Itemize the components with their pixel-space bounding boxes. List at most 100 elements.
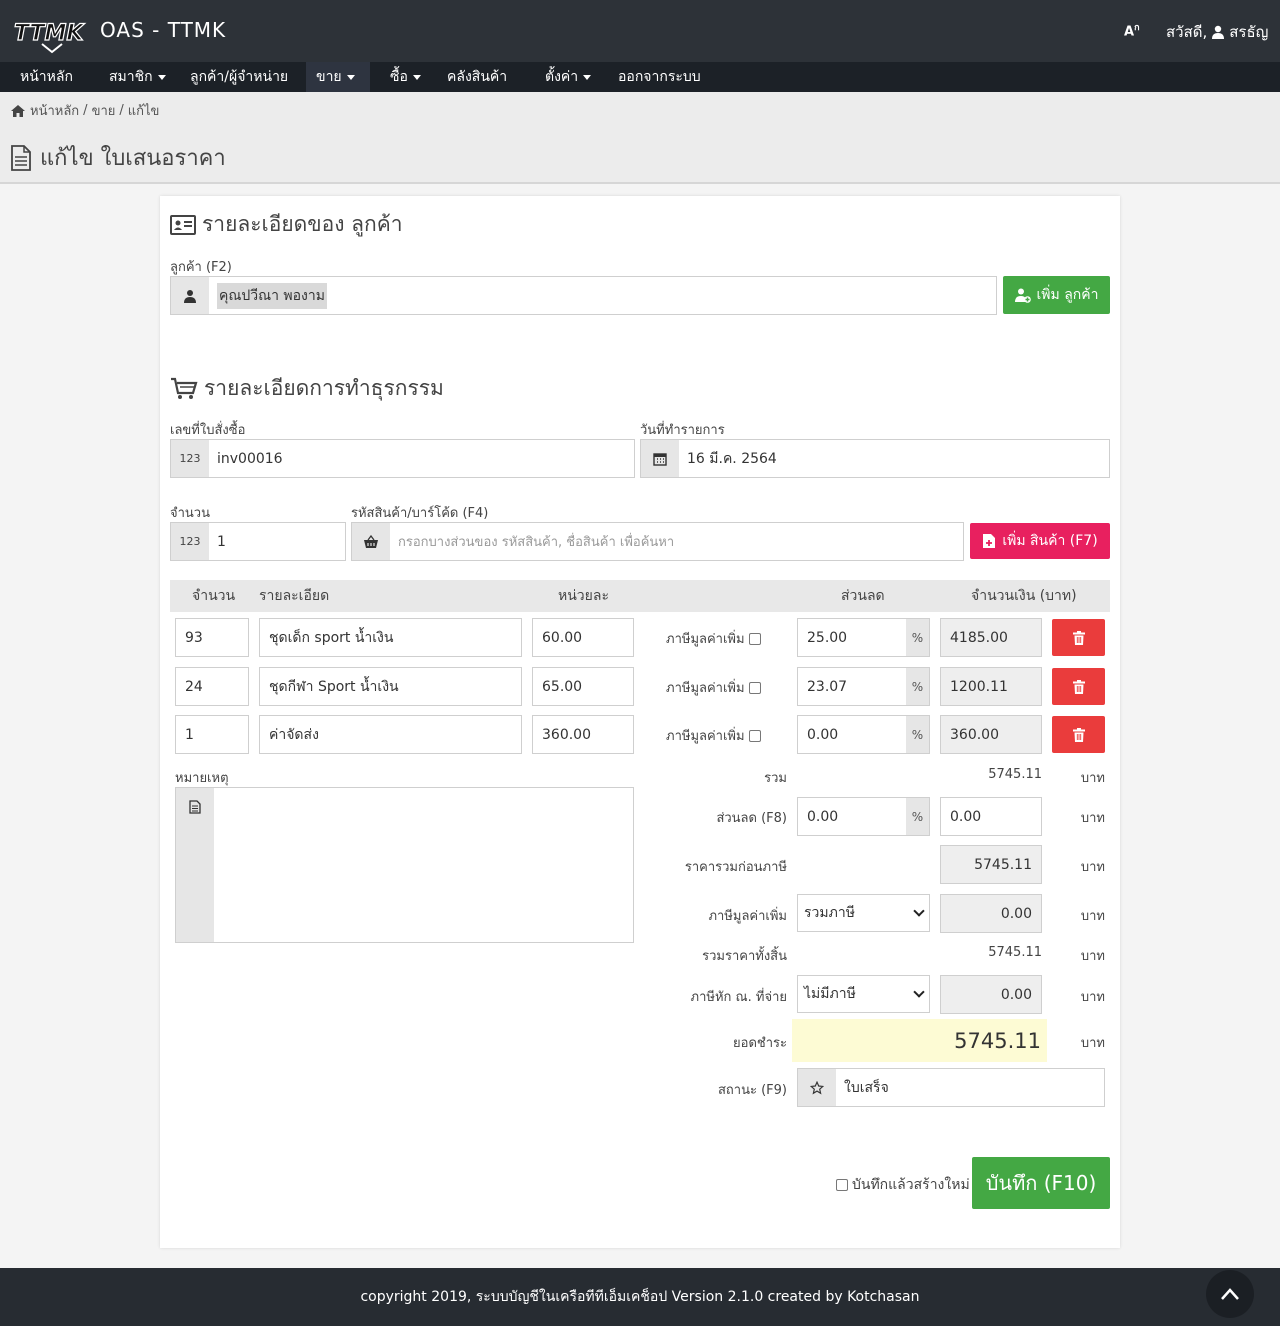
star-icon [798,1069,836,1106]
menu-customers[interactable]: ลูกค้า/ผู้จำหน่าย [180,62,298,92]
number-icon: 123 [171,440,209,477]
product-search-placeholder: กรอกบางส่วนของ รหัสสินค้า, ชื่อสินค้า เพ… [398,535,675,550]
quantity-input[interactable]: 123 1 [170,522,346,561]
withholding-tax-value: 0.00 [940,975,1042,1014]
row-discount-input[interactable]: 25.00 [797,618,907,657]
discount-amount-input[interactable]: 0.00 [940,797,1042,836]
note-textarea[interactable] [175,787,634,943]
add-product-button[interactable]: เพิ่ม สินค้า (F7) [970,523,1110,559]
header-amount: จำนวนเงิน (บาท) [971,588,1077,604]
save-and-create-new-checkbox[interactable]: บันทึกแล้วสร้างใหม่ [836,1174,970,1196]
currency-label: บาท [1080,860,1105,875]
row-qty-input[interactable]: 1 [175,715,249,754]
home-icon [11,104,25,117]
chevron-up-icon [1221,1288,1239,1300]
basket-icon [352,523,390,560]
row-amount: 4185.00 [940,618,1042,657]
user-greeting[interactable]: สวัสดี, สรธัญ [1166,20,1268,44]
currency-label: บาท [1080,990,1105,1005]
checkbox[interactable] [748,632,761,645]
menu-purchase[interactable]: ซื้อ [380,62,431,92]
order-number-input[interactable]: 123 inv00016 [170,439,635,478]
vat-label: ภาษีมูลค่าเพิ่ม [708,909,787,924]
quantity-label: จำนวน [170,506,210,521]
add-customer-button[interactable]: เพิ่ม ลูกค้า [1003,276,1110,314]
row-vat-checkbox[interactable]: ภาษีมูลค่าเพิ่ม [666,677,761,698]
caret-down-icon [346,74,355,80]
customer-label: ลูกค้า (F2) [170,260,232,275]
row-detail-input[interactable]: ชุดเด็ก sport น้ำเงิน [259,618,522,657]
logo-text: TTMK [14,21,85,46]
row-unit-price-input[interactable]: 360.00 [532,715,634,754]
order-number-value: inv00016 [217,450,283,467]
caret-down-icon [157,74,166,80]
delete-row-button[interactable] [1052,619,1105,656]
row-discount-input[interactable]: 23.07 [797,667,907,706]
menu-sales[interactable]: ขาย [306,62,370,92]
total-value: 5745.11 [988,767,1042,782]
trash-icon [1072,679,1085,694]
breadcrumb-sales[interactable]: ขาย [92,100,116,121]
menu-home[interactable]: หน้าหลัก [10,62,83,92]
date-input[interactable]: 16 มี.ค. 2564 [640,439,1110,478]
delete-row-button[interactable] [1052,716,1105,753]
menu-inventory[interactable]: คลังสินค้า [437,62,517,92]
row-detail-input[interactable]: ค่าจัดส่ง [259,715,522,754]
header-detail: รายละเอียด [259,588,330,604]
menu-settings[interactable]: ตั้งค่า [535,62,601,92]
row-unit-price-input[interactable]: 65.00 [532,667,634,706]
note-label: หมายเหตุ [175,771,229,786]
discount-percent-input[interactable]: 0.00 [797,797,907,836]
checkbox[interactable] [836,1179,848,1191]
vat-value: 0.00 [940,894,1042,933]
checkbox[interactable] [748,681,761,694]
user-icon [171,277,209,314]
number-icon: 123 [171,523,209,560]
row-vat-checkbox[interactable]: ภาษีมูลค่าเพิ่ม [666,725,761,746]
total-label: รวม [764,771,787,786]
date-label: วันที่ทำรายการ [640,423,725,438]
menu-members[interactable]: สมาชิก [99,62,176,92]
checkbox[interactable] [748,729,761,742]
save-button[interactable]: บันทึก (F10) [972,1157,1110,1209]
product-search-input[interactable]: กรอกบางส่วนของ รหัสสินค้า, ชื่อสินค้า เพ… [351,522,964,561]
greeting-text: สวัสดี, [1166,23,1208,41]
row-detail-input[interactable]: ชุดกีฬา Sport น้ำเงิน [259,667,522,706]
percent-addon: % [906,618,930,657]
language-icon[interactable]: Aก [1124,20,1150,42]
currency-label: บาท [1080,949,1105,964]
row-unit-price-input[interactable]: 60.00 [532,618,634,657]
chevron-down-icon [913,905,925,917]
vat-select[interactable]: รวมภาษี [797,894,930,932]
row-vat-checkbox[interactable]: ภาษีมูลค่าเพิ่ม [666,628,761,649]
row-qty-input[interactable]: 24 [175,667,249,706]
menu-logout[interactable]: ออกจากระบบ [608,62,711,92]
payment-value: 5745.11 [792,1019,1047,1062]
customer-value: คุณปวีณา พองาม [217,282,327,309]
footer-text: copyright 2019, ระบบบัญชีในเครือทีทีเอ็ม… [360,1289,920,1305]
row-amount: 360.00 [940,715,1042,754]
product-code-label: รหัสสินค้า/บาร์โค้ด (F4) [351,506,489,521]
main-menu: หน้าหลัก สมาชิก ลูกค้า/ผู้จำหน่าย ขาย ซื… [0,62,1280,92]
customer-input[interactable]: คุณปวีณา พองาม [170,276,997,315]
app-title: OAS - TTMK [100,18,227,42]
user-icon [1212,25,1225,39]
row-discount-input[interactable]: 0.00 [797,715,907,754]
trash-icon [1072,630,1085,645]
logo[interactable]: TTMK [12,10,92,54]
date-value: 16 มี.ค. 2564 [687,450,777,467]
status-input[interactable]: ใบเสร็จ [797,1068,1105,1107]
scroll-to-top-button[interactable] [1206,1270,1254,1318]
id-card-icon [170,214,196,235]
caret-down-icon [583,74,592,80]
delete-row-button[interactable] [1052,668,1105,705]
row-qty-input[interactable]: 93 [175,618,249,657]
breadcrumb-home[interactable]: หน้าหลัก [30,100,79,121]
file-plus-icon [983,534,996,548]
withholding-tax-select[interactable]: ไม่มีภาษี [797,975,930,1013]
add-user-icon [1014,288,1031,303]
pretax-value: 5745.11 [940,845,1042,884]
trash-icon [1072,727,1085,742]
status-label: สถานะ (F9) [718,1083,787,1098]
percent-addon: % [906,715,930,754]
